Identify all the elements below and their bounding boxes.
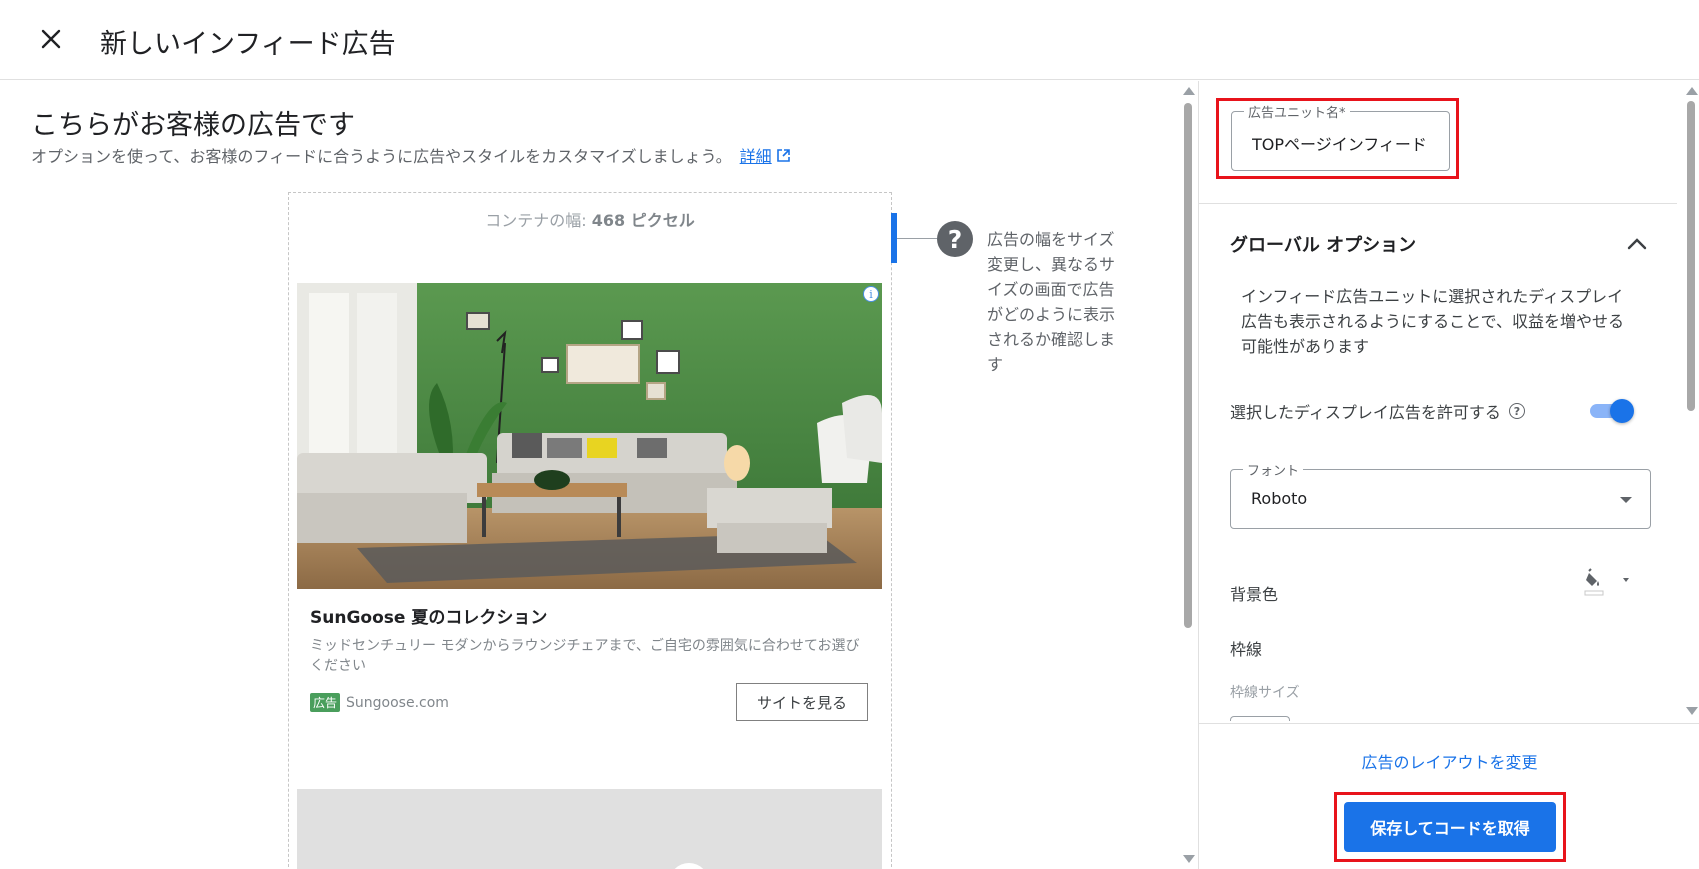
- visit-site-button[interactable]: サイトを見る: [736, 683, 868, 721]
- question-icon[interactable]: ?: [1508, 403, 1525, 419]
- ad-badge: 広告: [310, 693, 341, 712]
- close-button[interactable]: [36, 24, 66, 54]
- preview-title: こちらがお客様の広告です: [31, 110, 355, 141]
- toggle-thumb: [1610, 399, 1634, 423]
- settings-scroll-area: 広告ユニット名* TOPページインフィード グローバル オプション インフィード…: [1199, 81, 1684, 721]
- settings-footer: 広告のレイアウトを変更 保存してコードを取得: [1199, 723, 1699, 869]
- border-size-input[interactable]: [1230, 716, 1290, 721]
- section-divider: [1199, 203, 1677, 204]
- container-width-prefix: コンテナの幅:: [485, 211, 587, 230]
- help-connector-line: [897, 238, 937, 239]
- scroll-up-arrow-icon[interactable]: [1183, 87, 1195, 95]
- resize-help-text: 広告の幅をサイズ変更し、異なるサイズの画面で広告がどのように表示されるか確認しま…: [987, 230, 1116, 374]
- paint-bucket-icon: [1584, 568, 1629, 596]
- border-label: 枠線: [1230, 640, 1263, 659]
- allow-display-ads-toggle[interactable]: [1590, 399, 1634, 423]
- collapse-section-button[interactable]: [1622, 229, 1652, 259]
- container-width-label: コンテナの幅: 468 ピクセル: [289, 207, 891, 231]
- scroll-down-arrow-icon[interactable]: [1183, 855, 1195, 863]
- border-size-label: 枠線サイズ: [1230, 685, 1300, 701]
- settings-scroll-up-icon[interactable]: [1686, 87, 1698, 95]
- preview-subtitle: オプションを使って、お客様のフィードに合うように広告やスタイルをカスタマイズしま…: [31, 143, 791, 167]
- preview-scrollbar[interactable]: [1180, 81, 1198, 869]
- background-color-picker[interactable]: [1583, 567, 1639, 599]
- caret-down-icon: [1620, 497, 1632, 503]
- learn-more-link[interactable]: 詳細: [740, 143, 791, 167]
- ad-unit-name-field[interactable]: 広告ユニット名* TOPページインフィード: [1231, 102, 1450, 171]
- font-value: Roboto: [1251, 489, 1308, 508]
- living-room-image: [297, 283, 882, 589]
- font-label: フォント: [1243, 460, 1304, 479]
- save-and-get-code-button[interactable]: 保存してコードを取得: [1344, 802, 1556, 852]
- preview-subtitle-text: オプションを使って、お客様のフィードに合うように広告やスタイルをカスタマイズしま…: [31, 147, 732, 166]
- settings-pane: 広告ユニット名* TOPページインフィード グローバル オプション インフィード…: [1198, 81, 1699, 869]
- ad-container-preview: コンテナの幅: 468 ピクセル i SunGoose 夏のコレクション ミッド…: [288, 192, 892, 869]
- ad-headline[interactable]: SunGoose 夏のコレクション: [310, 603, 547, 628]
- adchoices-icon[interactable]: i: [863, 286, 879, 302]
- next-ad-placeholder: [297, 789, 882, 869]
- ad-image[interactable]: i: [297, 283, 882, 589]
- allow-display-ads-label: 選択したディスプレイ広告を許可する: [1230, 403, 1501, 422]
- learn-more-label: 詳細: [739, 147, 772, 166]
- change-layout-link[interactable]: 広告のレイアウトを変更: [1199, 749, 1699, 773]
- global-options-title: グローバル オプション: [1230, 235, 1417, 256]
- ad-domain: Sungoose.com: [346, 694, 449, 711]
- settings-scrollbar[interactable]: [1684, 81, 1699, 721]
- page-title: 新しいインフィード広告: [100, 29, 396, 60]
- ad-unit-name-label: 広告ユニット名*: [1244, 102, 1350, 121]
- ad-unit-name-input[interactable]: TOPページインフィード: [1252, 131, 1437, 155]
- close-icon: [41, 29, 61, 49]
- top-bar: 新しいインフィード広告: [0, 0, 1699, 80]
- settings-scroll-thumb[interactable]: [1687, 101, 1695, 411]
- allow-display-ads-row: 選択したディスプレイ広告を許可する ?: [1230, 399, 1525, 423]
- preview-pane: こちらがお客様の広告です オプションを使って、お客様のフィードに合うように広告や…: [0, 81, 1180, 869]
- font-select[interactable]: フォント Roboto: [1230, 460, 1651, 529]
- global-options-description: インフィード広告ユニットに選択されたディスプレイ広告も表示されるようにすることで…: [1241, 287, 1625, 356]
- help-icon: ?: [937, 221, 973, 257]
- settings-scroll-down-icon[interactable]: [1686, 707, 1698, 715]
- background-color-label: 背景色: [1230, 585, 1279, 604]
- ad-attribution: 広告 Sungoose.com: [310, 693, 449, 712]
- container-width-value: 468 ピクセル: [591, 211, 695, 230]
- external-link-icon: [776, 148, 790, 162]
- preview-scroll-thumb[interactable]: [1184, 103, 1192, 628]
- ad-description: ミッドセンチュリー モダンからラウンジチェアまで、ご自宅の雰囲気に合わせてお選び…: [310, 638, 860, 674]
- chevron-up-icon: [1627, 238, 1647, 250]
